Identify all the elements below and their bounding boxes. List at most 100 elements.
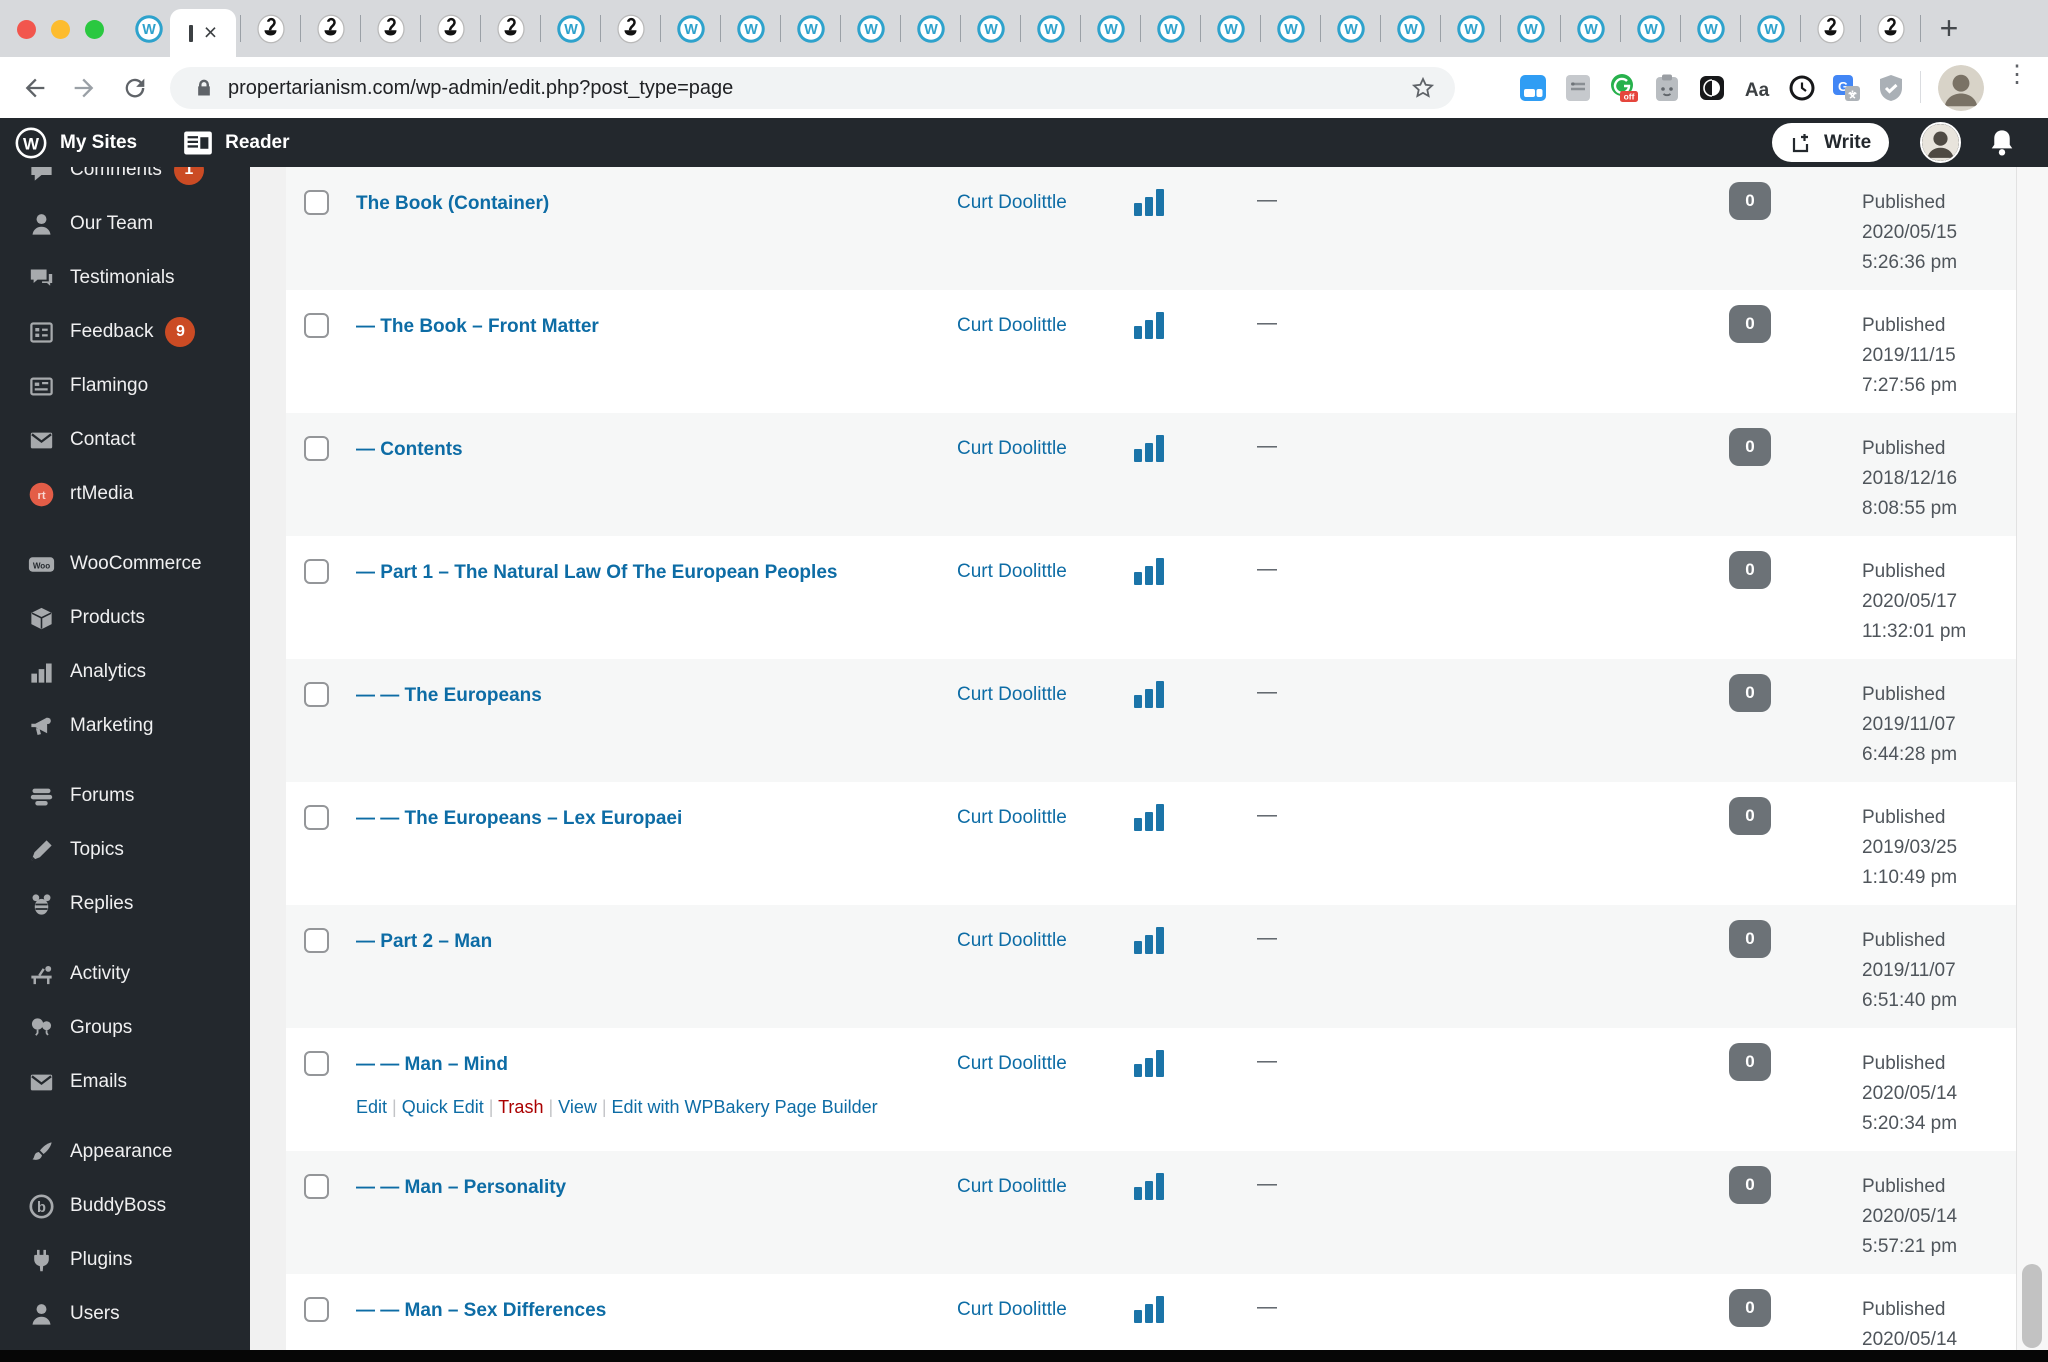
browser-profile-avatar[interactable] — [1938, 65, 1984, 111]
page-title-link[interactable]: — — Man – Sex Differences — [356, 1298, 946, 1323]
comment-count-bubble[interactable]: 0 — [1729, 1166, 1771, 1204]
back-icon[interactable] — [21, 74, 49, 102]
stats-icon[interactable] — [1134, 1168, 1166, 1200]
browser-tab[interactable]: W — [661, 0, 720, 57]
page-title-link[interactable]: — The Book – Front Matter — [356, 314, 946, 339]
sidebar-item-marketing[interactable]: Marketing — [0, 699, 250, 753]
sidebar-item-forums[interactable]: Forums — [0, 769, 250, 823]
row-checkbox[interactable] — [304, 436, 329, 461]
comment-count-bubble[interactable]: 0 — [1729, 551, 1771, 589]
browser-menu-icon[interactable]: ⋮ — [2004, 63, 2030, 108]
sidebar-item-appearance[interactable]: Appearance — [0, 1125, 250, 1179]
windows-extension-icon[interactable] — [1516, 71, 1550, 105]
pinned-tab[interactable]: W — [128, 0, 170, 57]
row-checkbox[interactable] — [304, 1297, 329, 1322]
stats-icon[interactable] — [1134, 307, 1166, 339]
author-link[interactable]: Curt Doolittle — [957, 684, 1067, 706]
row-checkbox[interactable] — [304, 1051, 329, 1076]
row-checkbox[interactable] — [304, 559, 329, 584]
browser-tab[interactable]: W — [721, 0, 780, 57]
stats-icon[interactable] — [1134, 676, 1166, 708]
sidebar-item-rtmedia[interactable]: rt rtMedia — [0, 467, 250, 521]
notes-extension-icon[interactable] — [1561, 71, 1595, 105]
new-tab-button[interactable]: + — [1921, 0, 1977, 57]
comment-count-bubble[interactable]: 0 — [1729, 1043, 1771, 1081]
row-checkbox[interactable] — [304, 1174, 329, 1199]
account-avatar[interactable] — [1920, 122, 1961, 163]
author-link[interactable]: Curt Doolittle — [957, 192, 1067, 214]
sidebar-item-flamingo[interactable]: Flamingo — [0, 359, 250, 413]
browser-tab[interactable]: W — [1561, 0, 1620, 57]
browser-tab[interactable]: W — [901, 0, 960, 57]
text-size-extension-icon[interactable]: Aa — [1740, 71, 1774, 105]
clock-extension-icon[interactable] — [1785, 71, 1819, 105]
browser-tab[interactable] — [301, 0, 360, 57]
window-close-button[interactable] — [17, 20, 36, 39]
browser-tab[interactable]: W — [1141, 0, 1200, 57]
browser-tab[interactable]: W — [1081, 0, 1140, 57]
stats-icon[interactable] — [1134, 184, 1166, 216]
forward-icon[interactable] — [70, 74, 98, 102]
row-action-view[interactable]: View — [558, 1097, 597, 1117]
sidebar-item-our-team[interactable]: Our Team — [0, 197, 250, 251]
sidebar-item-activity[interactable]: Activity — [0, 947, 250, 1001]
stats-icon[interactable] — [1134, 922, 1166, 954]
sidebar-item-testimonials[interactable]: Testimonials — [0, 251, 250, 305]
reader-menu[interactable]: Reader — [225, 132, 289, 154]
bookmark-star-icon[interactable] — [1411, 76, 1435, 100]
address-bar[interactable]: propertarianism.com/wp-admin/edit.php?po… — [170, 67, 1455, 109]
sidebar-item-woocommerce[interactable]: Woo WooCommerce — [0, 537, 250, 591]
stats-icon[interactable] — [1134, 1045, 1166, 1077]
sidebar-item-contact[interactable]: Contact — [0, 413, 250, 467]
browser-tab[interactable]: W — [1381, 0, 1440, 57]
browser-tab[interactable]: W — [781, 0, 840, 57]
sidebar-item-feedback[interactable]: Feedback 9 — [0, 305, 250, 359]
stats-icon[interactable] — [1134, 553, 1166, 585]
browser-tab[interactable] — [421, 0, 480, 57]
sidebar-item-groups[interactable]: Groups — [0, 1001, 250, 1055]
page-title-link[interactable]: — Contents — [356, 437, 946, 462]
comment-count-bubble[interactable]: 0 — [1729, 182, 1771, 220]
reload-icon[interactable] — [121, 74, 149, 102]
browser-tab[interactable]: W — [541, 0, 600, 57]
comment-count-bubble[interactable]: 0 — [1729, 428, 1771, 466]
comment-count-bubble[interactable]: 0 — [1729, 797, 1771, 835]
row-checkbox[interactable] — [304, 682, 329, 707]
write-button[interactable]: Write — [1772, 123, 1890, 162]
browser-tab[interactable]: W — [1261, 0, 1320, 57]
row-checkbox[interactable] — [304, 313, 329, 338]
browser-tab[interactable] — [361, 0, 420, 57]
sidebar-item-replies[interactable]: Replies — [0, 877, 250, 931]
browser-tab[interactable]: W — [1621, 0, 1680, 57]
scrollbar-thumb[interactable] — [2022, 1264, 2042, 1348]
notifications-bell-icon[interactable] — [1986, 127, 2018, 159]
browser-tab[interactable] — [241, 0, 300, 57]
stats-icon[interactable] — [1134, 430, 1166, 462]
comment-count-bubble[interactable]: 0 — [1729, 674, 1771, 712]
sidebar-item-emails[interactable]: Emails — [0, 1055, 250, 1109]
author-link[interactable]: Curt Doolittle — [957, 315, 1067, 337]
page-title-link[interactable]: — Part 1 – The Natural Law Of The Europe… — [356, 560, 946, 585]
translate-extension-icon[interactable]: G — [1829, 71, 1863, 105]
author-link[interactable]: Curt Doolittle — [957, 1053, 1067, 1075]
browser-tab[interactable]: W — [1741, 0, 1800, 57]
author-link[interactable]: Curt Doolittle — [957, 561, 1067, 583]
author-link[interactable]: Curt Doolittle — [957, 1176, 1067, 1198]
comment-count-bubble[interactable]: 0 — [1729, 920, 1771, 958]
page-title-link[interactable]: — — Man – Mind — [356, 1052, 946, 1077]
browser-tab[interactable]: W — [1681, 0, 1740, 57]
window-minimize-button[interactable] — [51, 20, 70, 39]
scrollbar[interactable] — [2016, 118, 2048, 1362]
browser-tab[interactable] — [1801, 0, 1860, 57]
stats-icon[interactable] — [1134, 799, 1166, 831]
row-checkbox[interactable] — [304, 190, 329, 215]
author-link[interactable]: Curt Doolittle — [957, 807, 1067, 829]
clipboard-extension-icon[interactable] — [1650, 71, 1684, 105]
author-link[interactable]: Curt Doolittle — [957, 930, 1067, 952]
browser-tab[interactable]: W — [1201, 0, 1260, 57]
sidebar-item-plugins[interactable]: Plugins — [0, 1233, 250, 1287]
row-action-wpbakery[interactable]: Edit with WPBakery Page Builder — [612, 1097, 878, 1117]
page-title-link[interactable]: — — Man – Personality — [356, 1175, 946, 1200]
comment-count-bubble[interactable]: 0 — [1729, 305, 1771, 343]
browser-tab[interactable]: W — [841, 0, 900, 57]
